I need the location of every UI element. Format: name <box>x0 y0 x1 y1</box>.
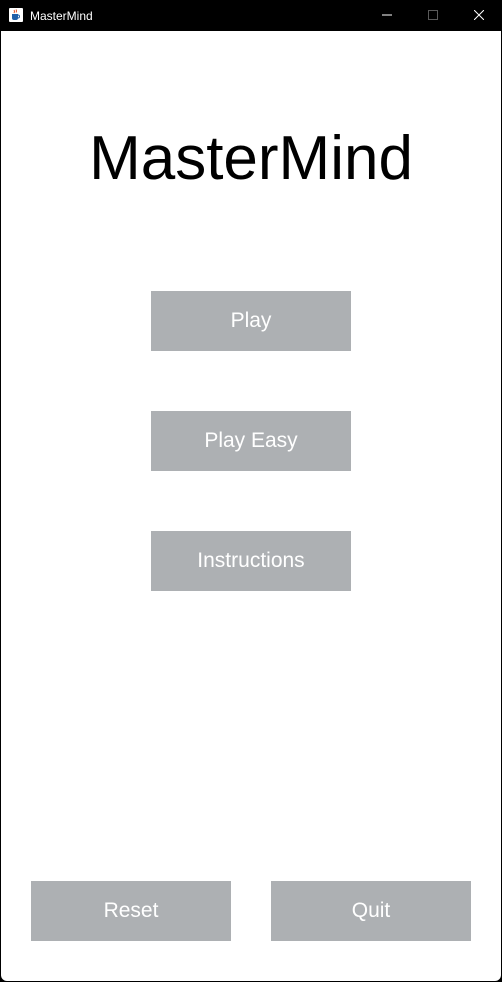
instructions-button[interactable]: Instructions <box>151 531 351 591</box>
maximize-icon <box>428 7 438 25</box>
game-title: MasterMind <box>89 124 413 193</box>
close-button[interactable] <box>456 0 502 31</box>
java-cup-icon <box>9 8 23 22</box>
reset-button[interactable]: Reset <box>31 881 231 941</box>
maximize-button[interactable] <box>410 0 456 31</box>
quit-button[interactable]: Quit <box>271 881 471 941</box>
main-panel: MasterMind Play Play Easy Instructions R… <box>1 31 501 981</box>
minimize-icon <box>382 7 392 25</box>
close-icon <box>473 7 485 25</box>
play-easy-button[interactable]: Play Easy <box>151 411 351 471</box>
title-bar[interactable]: MasterMind <box>0 0 502 31</box>
play-button[interactable]: Play <box>151 291 351 351</box>
minimize-button[interactable] <box>364 0 410 31</box>
window-title: MasterMind <box>30 9 93 23</box>
app-window: MasterMind MasterMind Play Play Easy Ins… <box>0 0 502 982</box>
